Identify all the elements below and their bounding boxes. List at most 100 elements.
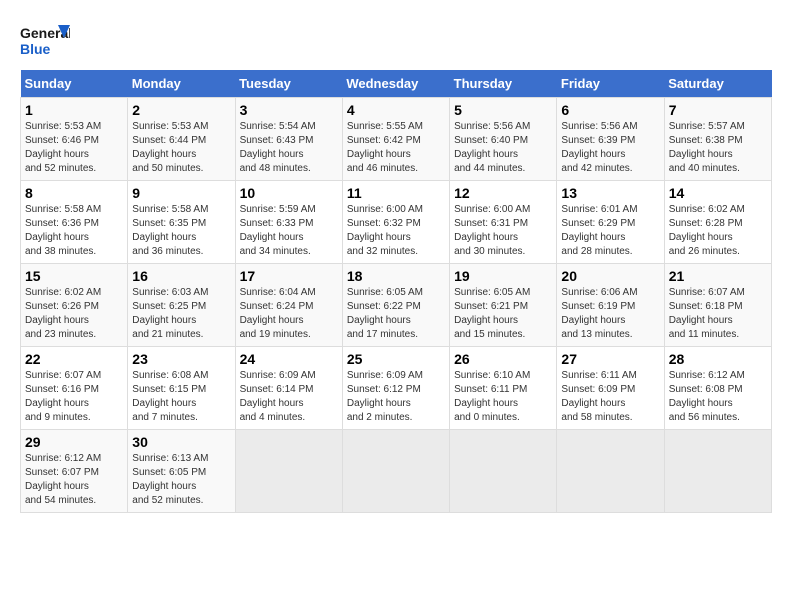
day-number: 25 bbox=[347, 351, 445, 367]
calendar-day-cell: 23 Sunrise: 6:08 AM Sunset: 6:15 PM Dayl… bbox=[128, 347, 235, 430]
calendar-day-cell bbox=[342, 430, 449, 513]
day-number: 5 bbox=[454, 102, 552, 118]
day-number: 4 bbox=[347, 102, 445, 118]
calendar-day-cell: 17 Sunrise: 6:04 AM Sunset: 6:24 PM Dayl… bbox=[235, 264, 342, 347]
day-number: 11 bbox=[347, 185, 445, 201]
day-number: 1 bbox=[25, 102, 123, 118]
calendar-week-row: 22 Sunrise: 6:07 AM Sunset: 6:16 PM Dayl… bbox=[21, 347, 772, 430]
day-info: Sunrise: 6:02 AM Sunset: 6:28 PM Dayligh… bbox=[669, 203, 767, 259]
svg-text:Blue: Blue bbox=[20, 41, 51, 57]
day-number: 29 bbox=[25, 434, 123, 450]
calendar-day-cell: 10 Sunrise: 5:59 AM Sunset: 6:33 PM Dayl… bbox=[235, 181, 342, 264]
calendar-week-row: 1 Sunrise: 5:53 AM Sunset: 6:46 PM Dayli… bbox=[21, 98, 772, 181]
day-header-thursday: Thursday bbox=[450, 70, 557, 98]
day-header-sunday: Sunday bbox=[21, 70, 128, 98]
day-info: Sunrise: 6:09 AM Sunset: 6:12 PM Dayligh… bbox=[347, 369, 445, 425]
day-number: 3 bbox=[240, 102, 338, 118]
calendar-day-cell: 27 Sunrise: 6:11 AM Sunset: 6:09 PM Dayl… bbox=[557, 347, 664, 430]
day-number: 8 bbox=[25, 185, 123, 201]
day-info: Sunrise: 6:13 AM Sunset: 6:05 PM Dayligh… bbox=[132, 452, 230, 508]
day-info: Sunrise: 6:00 AM Sunset: 6:32 PM Dayligh… bbox=[347, 203, 445, 259]
calendar-day-cell: 8 Sunrise: 5:58 AM Sunset: 6:36 PM Dayli… bbox=[21, 181, 128, 264]
day-info: Sunrise: 6:07 AM Sunset: 6:16 PM Dayligh… bbox=[25, 369, 123, 425]
day-info: Sunrise: 5:55 AM Sunset: 6:42 PM Dayligh… bbox=[347, 120, 445, 176]
calendar-day-cell: 30 Sunrise: 6:13 AM Sunset: 6:05 PM Dayl… bbox=[128, 430, 235, 513]
day-info: Sunrise: 5:57 AM Sunset: 6:38 PM Dayligh… bbox=[669, 120, 767, 176]
day-number: 2 bbox=[132, 102, 230, 118]
calendar-day-cell: 28 Sunrise: 6:12 AM Sunset: 6:08 PM Dayl… bbox=[664, 347, 771, 430]
day-number: 10 bbox=[240, 185, 338, 201]
calendar-week-row: 15 Sunrise: 6:02 AM Sunset: 6:26 PM Dayl… bbox=[21, 264, 772, 347]
calendar-day-cell: 12 Sunrise: 6:00 AM Sunset: 6:31 PM Dayl… bbox=[450, 181, 557, 264]
day-header-wednesday: Wednesday bbox=[342, 70, 449, 98]
calendar-day-cell: 20 Sunrise: 6:06 AM Sunset: 6:19 PM Dayl… bbox=[557, 264, 664, 347]
day-number: 28 bbox=[669, 351, 767, 367]
calendar-day-cell: 26 Sunrise: 6:10 AM Sunset: 6:11 PM Dayl… bbox=[450, 347, 557, 430]
day-info: Sunrise: 6:10 AM Sunset: 6:11 PM Dayligh… bbox=[454, 369, 552, 425]
calendar-day-cell: 7 Sunrise: 5:57 AM Sunset: 6:38 PM Dayli… bbox=[664, 98, 771, 181]
calendar-day-cell: 22 Sunrise: 6:07 AM Sunset: 6:16 PM Dayl… bbox=[21, 347, 128, 430]
calendar-day-cell: 15 Sunrise: 6:02 AM Sunset: 6:26 PM Dayl… bbox=[21, 264, 128, 347]
calendar-day-cell: 9 Sunrise: 5:58 AM Sunset: 6:35 PM Dayli… bbox=[128, 181, 235, 264]
day-info: Sunrise: 6:09 AM Sunset: 6:14 PM Dayligh… bbox=[240, 369, 338, 425]
day-info: Sunrise: 6:00 AM Sunset: 6:31 PM Dayligh… bbox=[454, 203, 552, 259]
day-number: 21 bbox=[669, 268, 767, 284]
day-header-monday: Monday bbox=[128, 70, 235, 98]
day-info: Sunrise: 6:08 AM Sunset: 6:15 PM Dayligh… bbox=[132, 369, 230, 425]
day-number: 17 bbox=[240, 268, 338, 284]
calendar-day-cell bbox=[664, 430, 771, 513]
day-number: 23 bbox=[132, 351, 230, 367]
calendar-header-row: SundayMondayTuesdayWednesdayThursdayFrid… bbox=[21, 70, 772, 98]
day-number: 15 bbox=[25, 268, 123, 284]
logo: General Blue bbox=[20, 20, 72, 60]
day-info: Sunrise: 6:05 AM Sunset: 6:21 PM Dayligh… bbox=[454, 286, 552, 342]
day-info: Sunrise: 6:07 AM Sunset: 6:18 PM Dayligh… bbox=[669, 286, 767, 342]
calendar-day-cell: 18 Sunrise: 6:05 AM Sunset: 6:22 PM Dayl… bbox=[342, 264, 449, 347]
day-info: Sunrise: 5:58 AM Sunset: 6:36 PM Dayligh… bbox=[25, 203, 123, 259]
day-info: Sunrise: 6:05 AM Sunset: 6:22 PM Dayligh… bbox=[347, 286, 445, 342]
calendar-week-row: 29 Sunrise: 6:12 AM Sunset: 6:07 PM Dayl… bbox=[21, 430, 772, 513]
day-info: Sunrise: 5:54 AM Sunset: 6:43 PM Dayligh… bbox=[240, 120, 338, 176]
day-info: Sunrise: 6:03 AM Sunset: 6:25 PM Dayligh… bbox=[132, 286, 230, 342]
calendar-day-cell: 25 Sunrise: 6:09 AM Sunset: 6:12 PM Dayl… bbox=[342, 347, 449, 430]
calendar-day-cell: 5 Sunrise: 5:56 AM Sunset: 6:40 PM Dayli… bbox=[450, 98, 557, 181]
day-info: Sunrise: 6:02 AM Sunset: 6:26 PM Dayligh… bbox=[25, 286, 123, 342]
day-info: Sunrise: 6:12 AM Sunset: 6:08 PM Dayligh… bbox=[669, 369, 767, 425]
calendar-day-cell bbox=[450, 430, 557, 513]
day-info: Sunrise: 5:53 AM Sunset: 6:44 PM Dayligh… bbox=[132, 120, 230, 176]
page-header: General Blue bbox=[20, 20, 772, 60]
day-info: Sunrise: 6:04 AM Sunset: 6:24 PM Dayligh… bbox=[240, 286, 338, 342]
day-number: 6 bbox=[561, 102, 659, 118]
day-number: 7 bbox=[669, 102, 767, 118]
day-info: Sunrise: 6:12 AM Sunset: 6:07 PM Dayligh… bbox=[25, 452, 123, 508]
calendar-day-cell: 2 Sunrise: 5:53 AM Sunset: 6:44 PM Dayli… bbox=[128, 98, 235, 181]
day-number: 13 bbox=[561, 185, 659, 201]
day-info: Sunrise: 5:56 AM Sunset: 6:40 PM Dayligh… bbox=[454, 120, 552, 176]
calendar-day-cell: 1 Sunrise: 5:53 AM Sunset: 6:46 PM Dayli… bbox=[21, 98, 128, 181]
logo-icon: General Blue bbox=[20, 20, 70, 60]
day-info: Sunrise: 5:59 AM Sunset: 6:33 PM Dayligh… bbox=[240, 203, 338, 259]
calendar-day-cell: 16 Sunrise: 6:03 AM Sunset: 6:25 PM Dayl… bbox=[128, 264, 235, 347]
day-number: 22 bbox=[25, 351, 123, 367]
day-info: Sunrise: 6:01 AM Sunset: 6:29 PM Dayligh… bbox=[561, 203, 659, 259]
day-number: 30 bbox=[132, 434, 230, 450]
calendar-day-cell: 21 Sunrise: 6:07 AM Sunset: 6:18 PM Dayl… bbox=[664, 264, 771, 347]
day-info: Sunrise: 6:06 AM Sunset: 6:19 PM Dayligh… bbox=[561, 286, 659, 342]
day-header-saturday: Saturday bbox=[664, 70, 771, 98]
day-info: Sunrise: 5:58 AM Sunset: 6:35 PM Dayligh… bbox=[132, 203, 230, 259]
day-header-friday: Friday bbox=[557, 70, 664, 98]
calendar-day-cell bbox=[235, 430, 342, 513]
day-number: 20 bbox=[561, 268, 659, 284]
day-number: 14 bbox=[669, 185, 767, 201]
calendar-week-row: 8 Sunrise: 5:58 AM Sunset: 6:36 PM Dayli… bbox=[21, 181, 772, 264]
day-number: 12 bbox=[454, 185, 552, 201]
calendar-day-cell: 19 Sunrise: 6:05 AM Sunset: 6:21 PM Dayl… bbox=[450, 264, 557, 347]
calendar-day-cell: 14 Sunrise: 6:02 AM Sunset: 6:28 PM Dayl… bbox=[664, 181, 771, 264]
calendar-table: SundayMondayTuesdayWednesdayThursdayFrid… bbox=[20, 70, 772, 513]
day-number: 19 bbox=[454, 268, 552, 284]
calendar-day-cell: 13 Sunrise: 6:01 AM Sunset: 6:29 PM Dayl… bbox=[557, 181, 664, 264]
calendar-day-cell: 24 Sunrise: 6:09 AM Sunset: 6:14 PM Dayl… bbox=[235, 347, 342, 430]
day-info: Sunrise: 5:56 AM Sunset: 6:39 PM Dayligh… bbox=[561, 120, 659, 176]
calendar-day-cell: 4 Sunrise: 5:55 AM Sunset: 6:42 PM Dayli… bbox=[342, 98, 449, 181]
day-number: 26 bbox=[454, 351, 552, 367]
